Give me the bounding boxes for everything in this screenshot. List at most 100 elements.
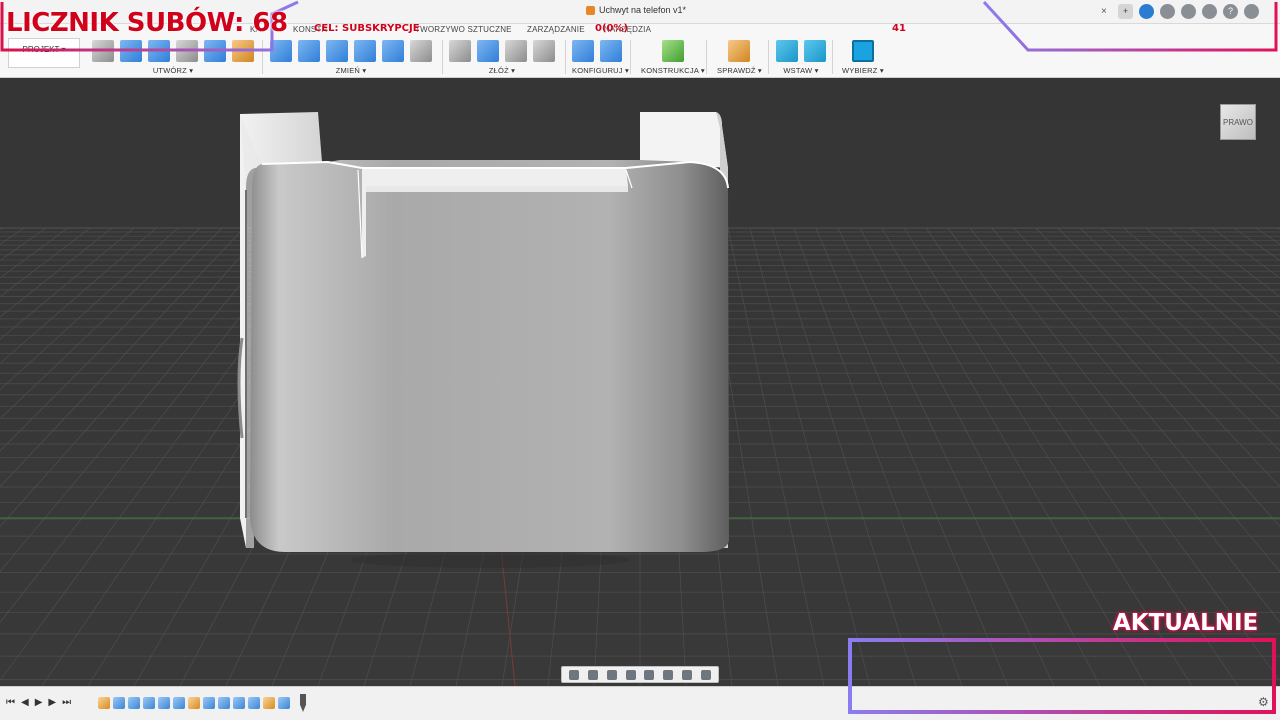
separator — [565, 40, 566, 74]
press-pull-icon[interactable] — [270, 40, 292, 62]
separator — [706, 40, 707, 74]
zmien-label[interactable]: ZMIEŃ ▾ — [270, 66, 432, 75]
go-to-start-icon[interactable]: ⏮ — [6, 697, 15, 708]
user-avatar[interactable] — [1244, 4, 1259, 19]
wstaw-label[interactable]: WSTAW ▾ — [776, 66, 826, 75]
step-back-icon[interactable]: ◀ — [21, 697, 29, 708]
separator — [442, 40, 443, 74]
play-icon[interactable]: ▶ — [35, 697, 43, 708]
separator — [630, 40, 631, 74]
document-cube-icon — [586, 5, 595, 15]
timeline-feature[interactable] — [263, 697, 275, 709]
select-icon[interactable] — [851, 40, 874, 62]
shell-icon[interactable] — [326, 40, 348, 62]
fillet-icon[interactable] — [298, 40, 320, 62]
joint-table-icon[interactable] — [533, 40, 555, 62]
timeline-feature[interactable] — [173, 697, 185, 709]
zoom-icon[interactable] — [625, 669, 636, 680]
zloz-label[interactable]: ZŁÓŻ ▾ — [449, 66, 555, 75]
navigation-bar — [561, 666, 719, 683]
scene-canvas — [0, 112, 1280, 686]
fusion-window: Uchwyt na telefon v1* × + ? KA KONSTR TW… — [0, 0, 1280, 720]
go-to-end-icon[interactable]: ⏭ — [62, 697, 71, 708]
projekt-dropdown[interactable]: PROJEKT ▾ — [8, 38, 80, 68]
close-tab-icon[interactable]: × — [1101, 6, 1107, 17]
configuration-table-icon[interactable] — [600, 40, 622, 62]
grid-settings-icon[interactable] — [681, 669, 692, 680]
separator — [768, 40, 769, 74]
viewports-icon[interactable] — [700, 669, 711, 680]
utworz-label[interactable]: UTWÓRZ ▾ — [92, 66, 254, 75]
online-status-icon[interactable] — [1181, 4, 1196, 19]
separator — [832, 40, 833, 74]
timeline-feature[interactable] — [113, 697, 125, 709]
timeline-feature[interactable] — [278, 697, 290, 709]
timeline-feature[interactable] — [158, 697, 170, 709]
document-title: Uchwyt na telefon v1* — [599, 5, 687, 15]
viewcube[interactable]: PRAWO — [1220, 104, 1256, 140]
help-icon[interactable]: ? — [1223, 4, 1238, 19]
timeline-feature[interactable] — [143, 697, 155, 709]
group-zloz: ZŁÓŻ ▾ — [449, 38, 555, 76]
construction-plane-icon[interactable] — [661, 40, 684, 62]
model-shadow — [350, 552, 630, 568]
timeline-feature[interactable] — [248, 697, 260, 709]
timeline-feature[interactable] — [188, 697, 200, 709]
timeline-settings-gear-icon[interactable]: ⚙ — [1258, 695, 1269, 709]
timeline-features — [98, 697, 290, 709]
3d-viewport[interactable] — [0, 78, 1280, 686]
extrude-icon[interactable] — [120, 40, 142, 62]
timeline: ⏮ ◀ ▶ ▶ ⏭ ⚙ — [0, 686, 1280, 720]
group-konfiguruj: KONFIGURUJ ▾ — [572, 38, 629, 76]
konfiguruj-label[interactable]: KONFIGURUJ ▾ — [572, 66, 629, 75]
orbit-icon[interactable] — [569, 669, 580, 680]
right-top-tab — [640, 112, 728, 168]
group-konstrukcja: KONSTRUKCJA ▾ — [641, 38, 705, 76]
timeline-marker[interactable] — [300, 694, 306, 712]
job-status-icon[interactable] — [1160, 4, 1175, 19]
tab-tworzywo-sztuczne[interactable]: TWORZYWO SZTUCZNE — [415, 25, 512, 34]
phone-holder-model — [237, 112, 729, 568]
combine-icon[interactable] — [354, 40, 376, 62]
as-built-joint-icon[interactable] — [505, 40, 527, 62]
new-tab-icon[interactable]: + — [1118, 4, 1133, 19]
sketch-icon[interactable] — [92, 40, 114, 62]
goal-label: CEL: SUBSKRYPCJE — [314, 23, 420, 34]
group-sprawdz: SPRAWDŹ ▾ — [717, 38, 762, 76]
fit-icon[interactable] — [644, 669, 655, 680]
front-face — [250, 160, 729, 552]
group-wybierz: WYBIERZ ▾ — [842, 38, 884, 76]
group-wstaw: WSTAW ▾ — [776, 38, 826, 76]
document-tab[interactable]: Uchwyt na telefon v1* — [586, 5, 686, 15]
notifications-icon[interactable] — [1202, 4, 1217, 19]
form-icon[interactable] — [232, 40, 254, 62]
step-forward-icon[interactable]: ▶ — [48, 697, 56, 708]
extensions-icon[interactable] — [1139, 4, 1154, 19]
insert-derive-icon[interactable] — [776, 40, 798, 62]
timeline-feature[interactable] — [233, 697, 245, 709]
tab-zarzadzanie[interactable]: ZARZĄDZANIE — [527, 25, 585, 34]
konstrukcja-label[interactable]: KONSTRUKCJA ▾ — [641, 66, 705, 75]
pan-icon[interactable] — [606, 669, 617, 680]
title-bar-icons: + ? — [1118, 4, 1259, 19]
insert-image-icon[interactable] — [804, 40, 826, 62]
look-at-icon[interactable] — [588, 669, 599, 680]
revolve-icon[interactable] — [148, 40, 170, 62]
timeline-feature[interactable] — [98, 697, 110, 709]
group-zmien: ZMIEŃ ▾ — [270, 38, 432, 76]
timeline-feature[interactable] — [203, 697, 215, 709]
timeline-feature[interactable] — [128, 697, 140, 709]
measure-icon[interactable] — [728, 40, 751, 62]
joint-icon[interactable] — [449, 40, 471, 62]
wybierz-label[interactable]: WYBIERZ ▾ — [842, 66, 884, 75]
new-component-icon[interactable] — [477, 40, 499, 62]
sprawdz-label[interactable]: SPRAWDŹ ▾ — [717, 66, 762, 75]
move-icon[interactable] — [410, 40, 432, 62]
split-icon[interactable] — [382, 40, 404, 62]
parameters-icon[interactable] — [572, 40, 594, 62]
display-settings-icon[interactable] — [663, 669, 674, 680]
hole-icon[interactable] — [176, 40, 198, 62]
separator — [262, 40, 263, 74]
timeline-feature[interactable] — [218, 697, 230, 709]
pattern-icon[interactable] — [204, 40, 226, 62]
